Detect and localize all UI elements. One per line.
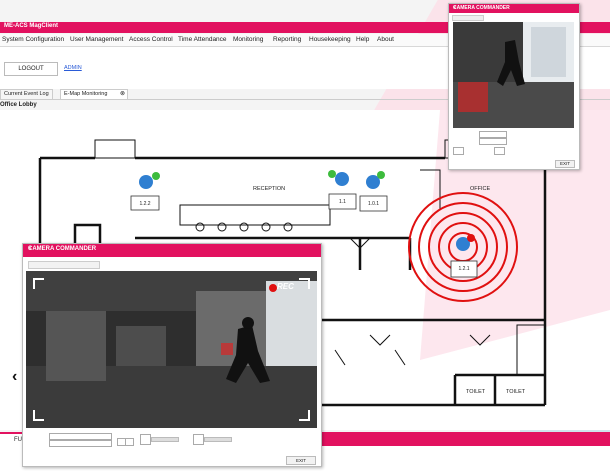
room-label-office: OFFICE [470, 186, 491, 192]
menu-about[interactable]: About [377, 36, 394, 43]
menu-help[interactable]: Help [356, 36, 369, 43]
mic-slider[interactable] [204, 437, 232, 442]
page-title: Office Lobby [0, 102, 37, 108]
menu-system-configuration[interactable]: System Configuration [2, 36, 64, 43]
camera-commander-main: CAMERA COMMANDER × REC EXIT [22, 243, 322, 467]
menu-housekeeping[interactable]: Housekeeping [309, 36, 351, 43]
logout-button[interactable]: LOGOUT [4, 62, 58, 76]
camera-video [26, 271, 317, 428]
menu-user-management[interactable]: User Management [70, 36, 123, 43]
camera-label: 1.0.1 [367, 201, 380, 207]
tab-strip[interactable] [452, 15, 484, 21]
admin-link[interactable]: ADMIN [64, 65, 82, 71]
menu-monitoring[interactable]: Monitoring [233, 36, 263, 43]
tab-strip[interactable] [28, 261, 100, 269]
menu-time-attendance[interactable]: Time Attendance [178, 36, 227, 43]
exit-button[interactable]: EXIT [555, 160, 575, 168]
window-titlebar: CAMERA COMMANDER × [23, 244, 321, 257]
ptz-button[interactable] [453, 147, 464, 155]
rec-indicator: REC [277, 282, 294, 291]
camera-label: 1.1 [339, 199, 346, 205]
menu-reporting[interactable]: Reporting [273, 36, 301, 43]
mic-icon[interactable] [193, 434, 204, 445]
camera-video [453, 22, 574, 128]
mic-icon[interactable] [494, 147, 505, 155]
camera-commander-small: CAMERA COMMANDER × EXIT [448, 3, 580, 170]
stream-type-select[interactable] [49, 433, 112, 440]
close-icon[interactable]: ⊗ [120, 90, 125, 99]
room-label-reception: RECEPTION [253, 186, 286, 192]
tab-label: Current Event Log [4, 91, 49, 97]
close-icon[interactable]: × [28, 246, 316, 252]
tab-label: E-Map Monitoring [64, 91, 108, 97]
app-title: ME-ACS MagClient [4, 23, 58, 29]
tab-current-event-log[interactable]: Current Event Log [0, 89, 53, 99]
preset-select[interactable] [49, 440, 112, 447]
volume-icon[interactable] [140, 434, 151, 445]
room-label-toilet: TOILET [466, 389, 486, 395]
stream-type-select[interactable] [479, 131, 507, 138]
close-icon[interactable]: × [453, 5, 575, 11]
menu-access-control[interactable]: Access Control [129, 36, 173, 43]
exit-button[interactable]: EXIT [286, 456, 316, 465]
volume-slider[interactable] [151, 437, 179, 442]
camera-label: 1.2.2 [139, 201, 151, 207]
preset-select[interactable] [479, 138, 507, 145]
chevron-left-icon[interactable]: ‹ [12, 368, 17, 386]
tab-e-map-monitoring[interactable]: E-Map Monitoring ⊗ [60, 89, 128, 99]
window-titlebar: CAMERA COMMANDER × [449, 4, 579, 13]
camera-label: 1.2.1 [458, 266, 470, 272]
room-label-toilet: TOILET [506, 389, 526, 395]
preset-set-button[interactable] [125, 438, 134, 446]
